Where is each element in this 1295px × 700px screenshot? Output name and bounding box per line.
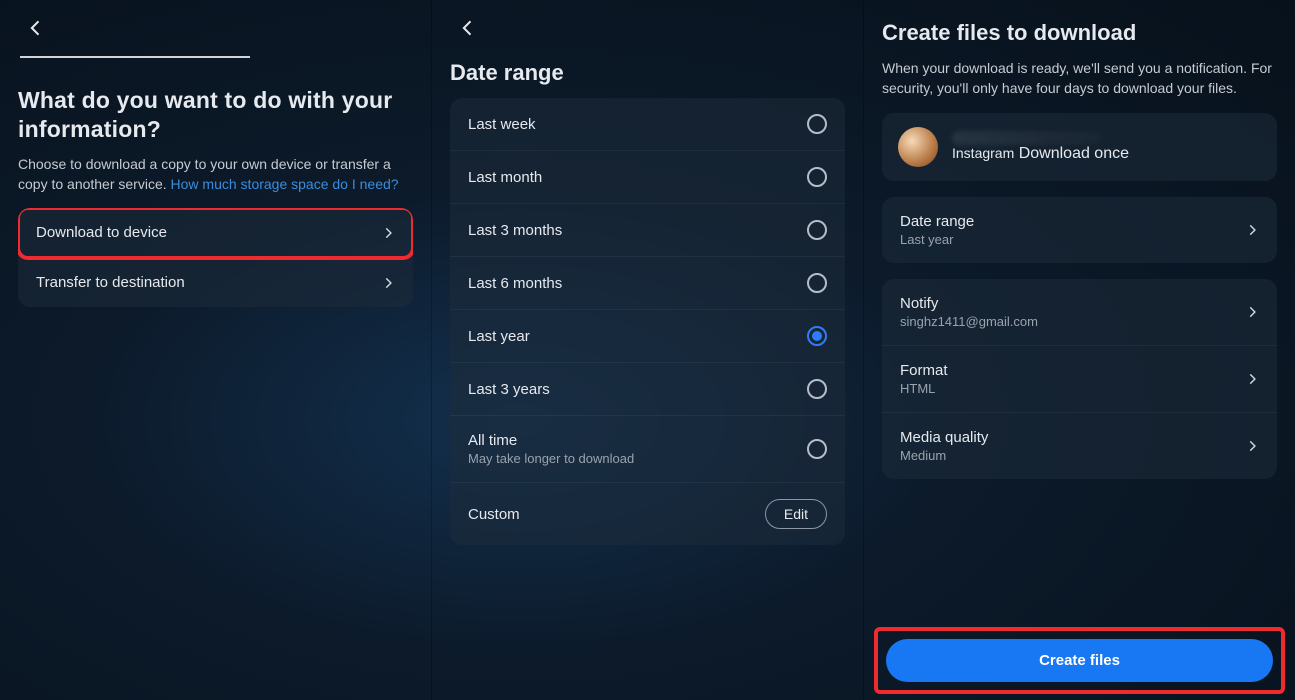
radio-icon: [807, 114, 827, 134]
setting-title: Date range: [900, 213, 974, 230]
radio-icon: [807, 273, 827, 293]
option-transfer-to-destination[interactable]: Transfer to destination: [18, 258, 413, 307]
page-title: What do you want to do with your informa…: [18, 86, 413, 144]
page-title: Date range: [450, 60, 845, 86]
page-title: Create files to download: [882, 20, 1277, 46]
date-range-option[interactable]: All time May take longer to download: [450, 416, 845, 483]
chevron-right-icon: [1245, 305, 1259, 319]
panel-date-range: Date range Last week Last month Last 3 m…: [431, 0, 863, 700]
setting-value: Medium: [900, 448, 988, 463]
setting-title: Format: [900, 362, 948, 379]
account-name-redacted: [952, 131, 1102, 145]
date-range-option[interactable]: Last 6 months: [450, 257, 845, 310]
option-label: Download to device: [36, 224, 167, 241]
chevron-right-icon: [1245, 439, 1259, 453]
chevron-right-icon: [1245, 372, 1259, 386]
option-label: Custom: [468, 506, 520, 523]
back-button[interactable]: [450, 12, 486, 48]
settings-list: Notify singhz1411@gmail.com Format HTML …: [882, 279, 1277, 479]
date-range-option[interactable]: Last week: [450, 98, 845, 151]
avatar: [898, 127, 938, 167]
chevron-left-icon: [26, 18, 46, 43]
setting-media-quality[interactable]: Media quality Medium: [882, 413, 1277, 479]
option-label: All time: [468, 432, 634, 449]
panel-what-to-do: What do you want to do with your informa…: [0, 0, 431, 700]
option-label: Last month: [468, 169, 542, 186]
panel-create-files: Create files to download When your downl…: [863, 0, 1295, 700]
setting-date-range[interactable]: Date range Last year: [882, 197, 1277, 263]
chevron-right-icon: [381, 226, 395, 240]
setting-value: HTML: [900, 381, 948, 396]
chevron-right-icon: [381, 276, 395, 290]
edit-custom-button[interactable]: Edit: [765, 499, 827, 529]
date-range-option[interactable]: Last 3 months: [450, 204, 845, 257]
option-download-to-device[interactable]: Download to device: [18, 208, 413, 258]
account-row[interactable]: Instagram Download once: [882, 113, 1277, 181]
create-files-button[interactable]: Create files: [886, 639, 1273, 682]
setting-format[interactable]: Format HTML: [882, 346, 1277, 413]
header-divider: [20, 56, 250, 58]
cta-highlight: Create files: [874, 627, 1285, 694]
radio-icon: [807, 220, 827, 240]
setting-title: Media quality: [900, 429, 988, 446]
date-range-option[interactable]: Last 3 years: [450, 363, 845, 416]
radio-icon: [807, 439, 827, 459]
chevron-left-icon: [458, 18, 478, 43]
page-subtitle: When your download is ready, we'll send …: [882, 58, 1277, 99]
page-subtitle: Choose to download a copy to your own de…: [18, 154, 413, 195]
date-range-option[interactable]: Last year: [450, 310, 845, 363]
setting-title: Notify: [900, 295, 1038, 312]
setting-notify[interactable]: Notify singhz1411@gmail.com: [882, 279, 1277, 346]
setting-value: singhz1411@gmail.com: [900, 314, 1038, 329]
option-label: Last 3 months: [468, 222, 562, 239]
option-label: Last 3 years: [468, 381, 550, 398]
option-label: Last week: [468, 116, 536, 133]
setting-value: Last year: [900, 232, 974, 247]
radio-icon-selected: [807, 326, 827, 346]
account-service: Instagram: [952, 145, 1014, 161]
storage-help-link[interactable]: How much storage space do I need?: [171, 176, 399, 192]
date-range-list: Last week Last month Last 3 months Last …: [450, 98, 845, 545]
option-list: Download to device Transfer to destinati…: [18, 208, 413, 307]
option-label: Last 6 months: [468, 275, 562, 292]
account-frequency: Download once: [1019, 145, 1129, 162]
date-range-option[interactable]: Last month: [450, 151, 845, 204]
date-range-custom: Custom Edit: [450, 483, 845, 545]
radio-icon: [807, 167, 827, 187]
radio-icon: [807, 379, 827, 399]
account-card: Instagram Download once: [882, 113, 1277, 181]
option-label: Transfer to destination: [36, 274, 185, 291]
option-sublabel: May take longer to download: [468, 451, 634, 466]
chevron-right-icon: [1245, 223, 1259, 237]
option-label: Last year: [468, 328, 530, 345]
back-button[interactable]: [18, 12, 54, 48]
